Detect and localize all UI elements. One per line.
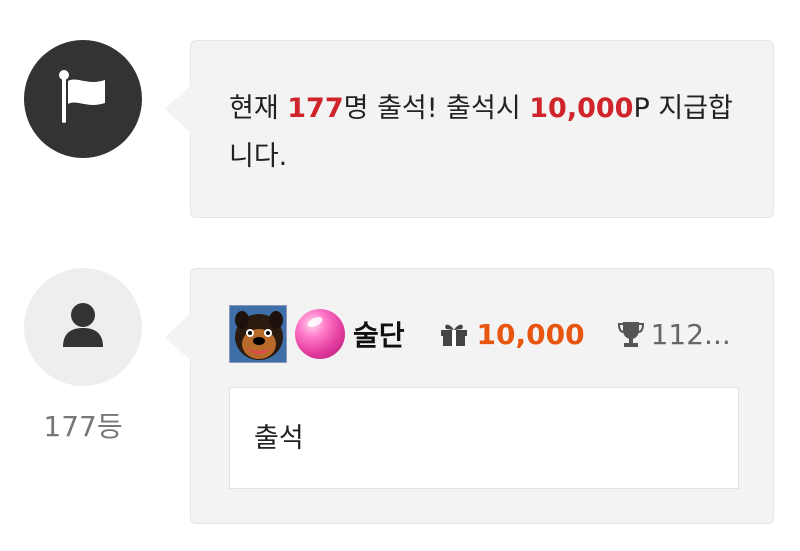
comment-body: 출석	[229, 387, 739, 489]
trophy-icon	[617, 320, 645, 348]
notice-avatar	[24, 40, 142, 158]
notice-bubble: 현재 177명 출석! 출석시 10,000P 지급합니다.	[165, 40, 774, 218]
trophy-count: 112...	[650, 317, 731, 351]
flag-icon	[57, 69, 109, 129]
author-points: 10,000	[476, 317, 585, 351]
notice-text-middle: 명 출석! 출석시	[343, 93, 530, 124]
user-icon	[61, 301, 105, 353]
comment-bubble: 술단 10,000 112... 출석	[165, 268, 774, 524]
attendance-rank: 177등	[43, 410, 123, 443]
attendance-count: 177	[287, 93, 344, 124]
reward-points: 10,000	[529, 93, 634, 124]
gift-icon	[439, 321, 469, 347]
author-name[interactable]: 술단	[353, 314, 405, 354]
comment-meta: 술단 10,000 112...	[229, 305, 749, 363]
notice-text-prefix: 현재	[229, 93, 288, 124]
level-icon	[295, 309, 345, 359]
user-avatar[interactable]	[24, 268, 142, 386]
notice-message: 현재 177명 출석! 출석시 10,000P 지급합니다.	[229, 85, 739, 181]
member-image[interactable]	[229, 305, 287, 363]
